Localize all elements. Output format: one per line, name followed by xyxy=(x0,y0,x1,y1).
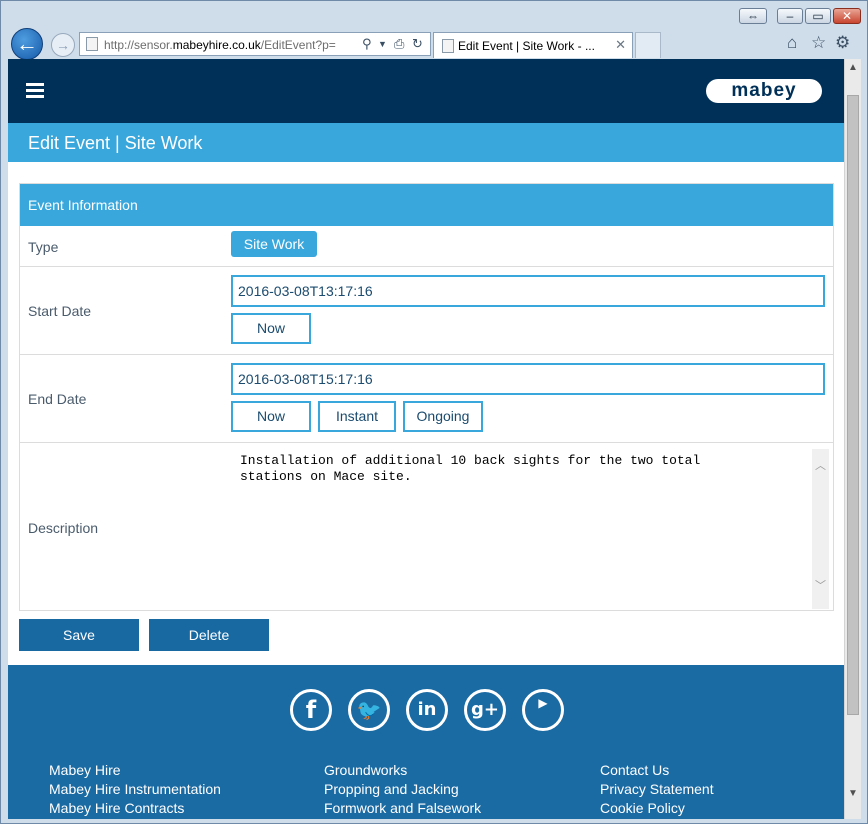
end-date-label: End Date xyxy=(28,391,87,407)
scroll-down-arrow-icon[interactable]: ▼ xyxy=(845,785,861,802)
google-plus-icon[interactable]: g+ xyxy=(464,689,506,731)
forward-arrow-icon: → xyxy=(56,37,70,53)
menu-icon[interactable] xyxy=(26,83,44,98)
minimize-icon: – xyxy=(786,9,794,23)
type-label: Type xyxy=(28,239,59,255)
footer-link-mabey-hire[interactable]: Mabey Hire xyxy=(49,761,121,779)
description-scrollbar[interactable]: ︿ ﹀ xyxy=(812,449,829,609)
site-header: mabey xyxy=(8,59,844,123)
end-date-row: End Date Now Instant Ongoing xyxy=(20,355,833,443)
save-button[interactable]: Save xyxy=(19,619,139,651)
refresh-icon[interactable]: ↻ xyxy=(412,36,423,52)
scroll-up-arrow-icon[interactable]: ▲ xyxy=(845,59,861,76)
page-icon xyxy=(86,37,98,51)
page-title: Edit Event | Site Work xyxy=(28,133,203,153)
tab-close-icon[interactable]: ✕ xyxy=(615,37,626,53)
scroll-down-icon[interactable]: ﹀ xyxy=(812,579,829,593)
search-icon[interactable]: ⚲ xyxy=(362,36,372,52)
home-icon[interactable]: ⌂ xyxy=(787,33,797,53)
settings-gear-icon[interactable]: ⚙ xyxy=(835,33,850,53)
form-header: Event Information xyxy=(20,184,833,226)
type-row: Type Site Work xyxy=(20,226,833,267)
end-date-input[interactable] xyxy=(231,363,825,395)
footer-link-contracts[interactable]: Mabey Hire Contracts xyxy=(49,799,184,817)
back-button[interactable]: ← xyxy=(11,28,43,60)
start-date-input[interactable] xyxy=(231,275,825,307)
browser-window: ⇔ – ▭ ✕ ← → http://sensor.mabeyhire.co.u… xyxy=(0,0,868,824)
end-now-button[interactable]: Now xyxy=(231,401,311,432)
start-now-button[interactable]: Now xyxy=(231,313,311,344)
event-form: Event Information Type Site Work Start D… xyxy=(19,183,834,611)
browser-tab[interactable]: Edit Event | Site Work - ... ✕ xyxy=(433,32,633,58)
page-scrollbar[interactable]: ▲ ▼ xyxy=(844,59,861,819)
favorites-star-icon[interactable]: ☆ xyxy=(811,33,826,53)
dropdown-icon[interactable]: ▼ xyxy=(378,36,387,52)
ongoing-button[interactable]: Ongoing xyxy=(403,401,483,432)
url-domain: mabeyhire.co.uk xyxy=(172,38,261,52)
minimize-button[interactable]: – xyxy=(777,8,803,24)
start-date-label: Start Date xyxy=(28,303,92,319)
footer-link-privacy[interactable]: Privacy Statement xyxy=(600,780,714,798)
site-footer: f 🐦 in g+ ▶ Mabey Hire Mabey Hire Instru… xyxy=(8,665,844,819)
instant-button[interactable]: Instant xyxy=(318,401,396,432)
new-tab-button[interactable] xyxy=(635,32,661,58)
form-header-title: Event Information xyxy=(28,197,138,213)
url-path: /EditEvent?p= xyxy=(260,38,336,52)
tab-page-icon xyxy=(442,39,454,53)
scroll-thumb[interactable] xyxy=(847,95,859,715)
footer-link-contact-us[interactable]: Contact Us xyxy=(600,761,669,779)
url-prefix: http://sensor. xyxy=(104,38,173,52)
page-title-bar: Edit Event | Site Work xyxy=(8,123,844,162)
maximize-icon: ▭ xyxy=(812,9,824,23)
tab-title: Edit Event | Site Work - ... xyxy=(458,39,595,53)
youtube-icon[interactable]: ▶ xyxy=(522,689,564,731)
footer-link-propping[interactable]: Propping and Jacking xyxy=(324,780,459,798)
delete-button[interactable]: Delete xyxy=(149,619,269,651)
compatibility-icon[interactable]: ⎙ xyxy=(394,36,404,52)
address-bar[interactable]: http://sensor.mabeyhire.co.uk/EditEvent?… xyxy=(79,32,431,56)
back-arrow-icon: ← xyxy=(16,31,38,56)
footer-link-cookie-policy[interactable]: Cookie Policy xyxy=(600,799,685,817)
type-badge: Site Work xyxy=(231,231,317,257)
scroll-up-icon[interactable]: ︿ xyxy=(812,459,829,473)
facebook-icon[interactable]: f xyxy=(290,689,332,731)
window-resize-button[interactable]: ⇔ xyxy=(739,8,767,24)
window-title-bar: ⇔ – ▭ ✕ xyxy=(1,1,867,29)
description-label: Description xyxy=(28,520,99,536)
start-date-row: Start Date Now xyxy=(20,267,833,355)
linkedin-icon[interactable]: in xyxy=(406,689,448,731)
footer-link-groundworks[interactable]: Groundworks xyxy=(324,761,407,779)
forward-button[interactable]: → xyxy=(51,33,75,57)
description-row: Description ︿ ﹀ xyxy=(20,443,833,611)
description-textarea[interactable] xyxy=(234,449,827,609)
footer-link-formwork[interactable]: Formwork and Falsework xyxy=(324,799,481,817)
footer-link-instrumentation[interactable]: Mabey Hire Instrumentation xyxy=(49,780,221,798)
twitter-icon[interactable]: 🐦 xyxy=(348,689,390,731)
window-close-button[interactable]: ✕ xyxy=(833,8,861,24)
address-url[interactable]: http://sensor.mabeyhire.co.uk/EditEvent?… xyxy=(104,37,360,53)
mabey-logo[interactable]: mabey xyxy=(706,79,822,103)
resize-icon: ⇔ xyxy=(747,9,759,23)
browser-nav-bar: ← → http://sensor.mabeyhire.co.uk/EditEv… xyxy=(1,27,867,60)
page-viewport: mabey Edit Event | Site Work Event Infor… xyxy=(8,59,844,819)
maximize-button[interactable]: ▭ xyxy=(805,8,831,24)
close-icon: ✕ xyxy=(841,9,853,23)
